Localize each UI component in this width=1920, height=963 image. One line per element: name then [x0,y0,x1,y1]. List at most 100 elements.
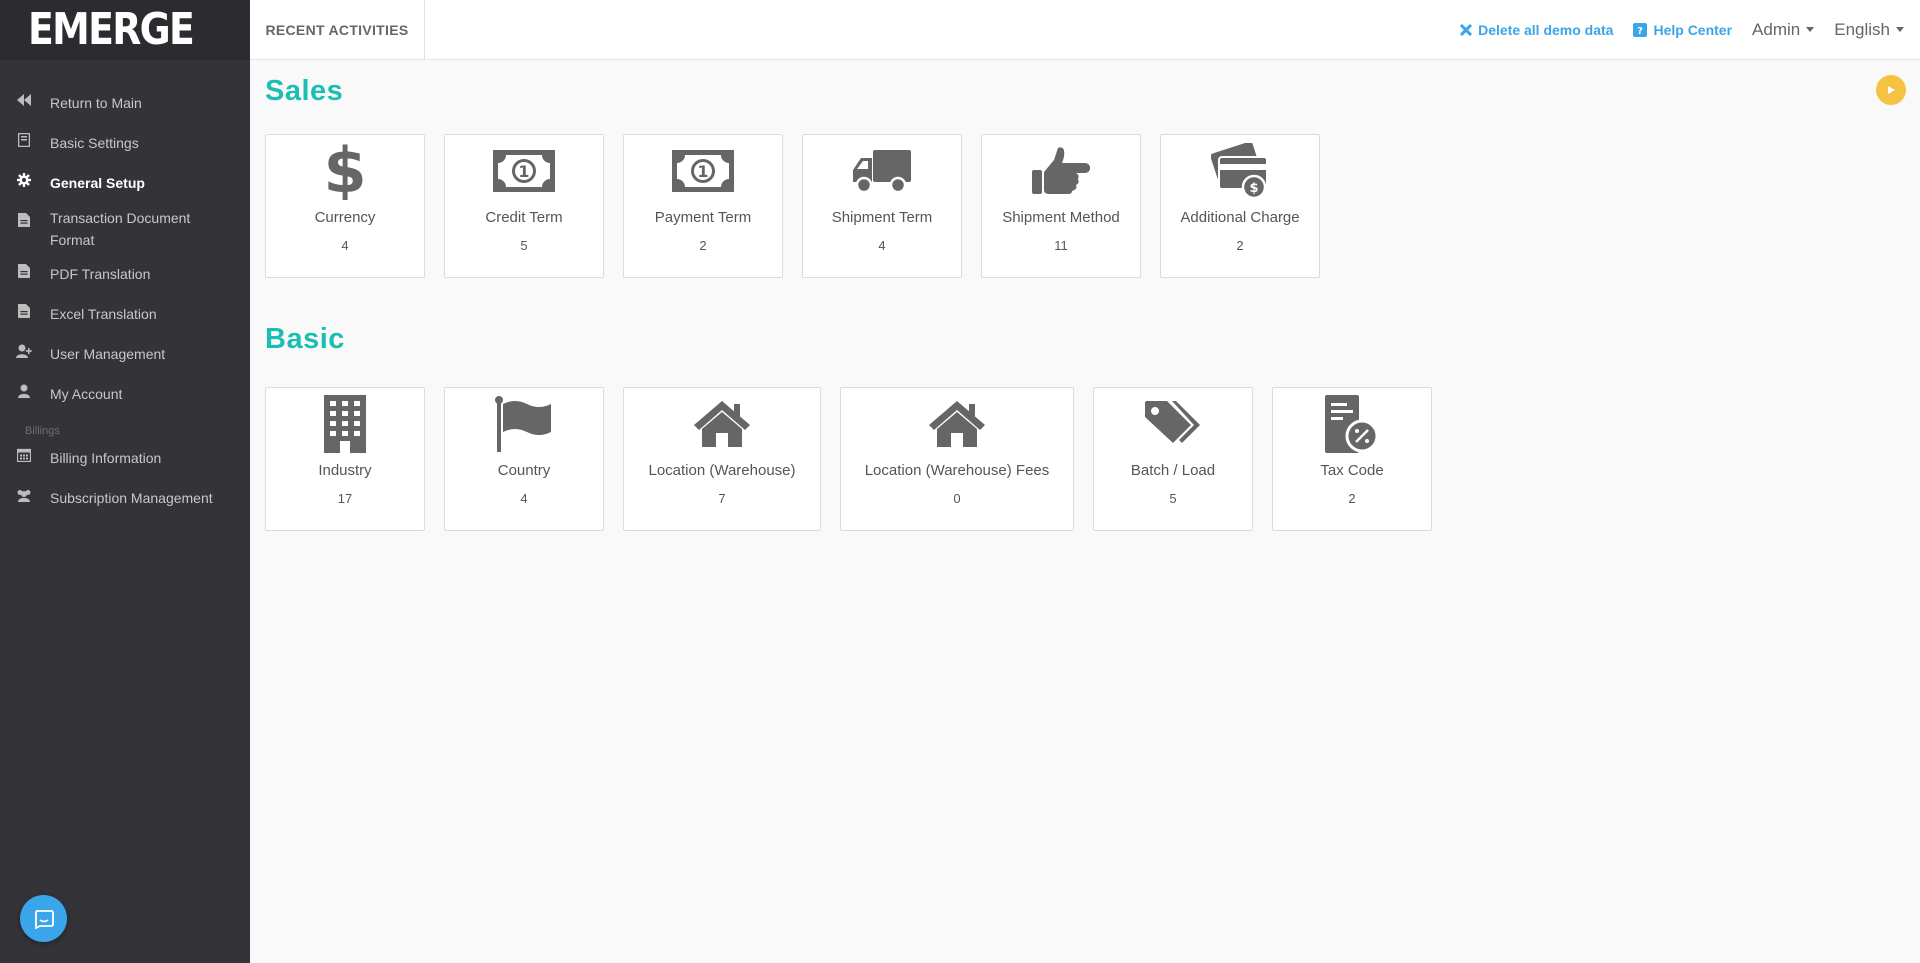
hand-pointing-icon [982,143,1140,199]
card-count: 5 [1169,491,1177,506]
batch-load-card[interactable]: Batch / Load 5 [1093,387,1253,531]
sidebar-item-label: User Management [50,346,166,362]
card-label: Batch / Load [1130,462,1216,479]
sidebar-item-my-account[interactable]: My Account [0,371,250,411]
credit-term-card[interactable]: 1 Credit Term 5 [444,134,604,278]
play-icon [1888,86,1895,94]
card-label: Country [497,462,551,479]
card-count: 2 [1236,238,1244,253]
users-icon [16,487,32,503]
delete-demo-data-label: Delete all demo data [1478,21,1614,38]
location-warehouse-fees-card[interactable]: Location (Warehouse) Fees 0 [840,387,1074,531]
truck-icon [803,143,961,199]
shipment-method-card[interactable]: Shipment Method 11 [981,134,1141,278]
tax-code-card[interactable]: Tax Code 2 [1272,387,1432,531]
money-bill-icon: 1 [445,143,603,199]
card-label: Location (Warehouse) [648,462,796,479]
top-bar: RECENT ACTIVITIES Delete all demo data ?… [250,0,1920,60]
sidebar-item-return-to-main[interactable]: Return to Main [0,80,250,120]
sidebar-item-billing-information[interactable]: Billing Information [0,439,250,479]
close-icon [1460,23,1473,36]
billing-nav: Billing Information Subscription Managem… [0,439,250,519]
money-bill-icon: 1 [624,143,782,199]
chat-launcher-button[interactable] [20,895,67,942]
chat-icon [34,909,54,929]
svg-text:$: $ [1249,181,1258,196]
language-dropdown[interactable]: English [1834,20,1904,40]
card-count: 5 [520,238,528,253]
sidebar-item-excel-translation[interactable]: Excel Translation [0,291,250,331]
payment-term-card[interactable]: 1 Payment Term 2 [623,134,783,278]
sidebar: EMERGE Return to Main Basic Settings Gen… [0,0,250,963]
sidebar-item-label: Excel Translation [50,306,157,322]
caret-down-icon [1896,27,1904,32]
recent-activities-tab[interactable]: RECENT ACTIVITIES [250,0,425,59]
card-count: 4 [341,238,349,253]
house-icon [624,396,820,452]
user-icon [16,383,32,399]
help-center-link[interactable]: ? Help Center [1633,22,1732,38]
sidebar-item-label: My Account [50,386,123,402]
house-icon [841,396,1073,452]
card-label: Shipment Method [1002,209,1120,226]
sidebar-item-label: Basic Settings [50,135,139,151]
shipment-term-card[interactable]: Shipment Term 4 [802,134,962,278]
card-label: Additional Charge [1180,209,1300,226]
question-icon: ? [1633,22,1648,37]
sidebar-item-transaction-document-format[interactable]: Transaction Document Format [0,200,250,251]
calendar-icon [16,447,32,463]
sidebar-item-label: Transaction Document Format [50,210,191,248]
sidebar-item-basic-settings[interactable]: Basic Settings [0,120,250,160]
card-count: 17 [337,491,353,506]
sidebar-item-label: Subscription Management [50,490,213,506]
card-label: Credit Term [485,209,563,226]
svg-text:$: $ [325,142,365,200]
country-card[interactable]: Country 4 [444,387,604,531]
sidebar-nav: Return to Main Basic Settings General Se… [0,80,250,411]
industry-card[interactable]: Industry 17 [265,387,425,531]
sales-section-title: Sales [265,75,344,107]
sidebar-item-subscription-management[interactable]: Subscription Management [0,479,250,519]
book-icon [16,132,32,148]
card-count: 2 [1348,491,1356,506]
caret-down-icon [1806,27,1815,32]
logo[interactable]: EMERGE [28,8,195,52]
delete-demo-data-link[interactable]: Delete all demo data [1460,22,1613,38]
card-label: Location (Warehouse) Fees [864,462,1050,479]
location-warehouse-card[interactable]: Location (Warehouse) 7 [623,387,821,531]
card-label: Currency [314,209,376,226]
tags-icon [1094,396,1252,452]
billings-section-label: Billings [25,425,60,437]
play-tour-button[interactable] [1876,75,1906,105]
sidebar-item-user-management[interactable]: User Management [0,331,250,371]
help-center-label: Help Center [1653,21,1733,38]
additional-charge-card[interactable]: $ Additional Charge 2 [1160,134,1320,278]
document-icon [16,263,32,279]
basic-section-title: Basic [265,323,345,355]
svg-text:1: 1 [697,162,708,181]
sidebar-item-general-setup[interactable]: General Setup [0,160,250,200]
card-label: Tax Code [1320,462,1384,479]
card-label: Payment Term [654,209,752,226]
language-label: English [1834,19,1890,39]
logo-bar: EMERGE [0,0,250,60]
sidebar-item-label: General Setup [50,175,145,191]
card-label: Shipment Term [831,209,933,226]
user-plus-icon [16,343,32,359]
dollar-icon: $ [266,142,424,200]
card-count: 4 [878,238,886,253]
building-icon [266,395,424,453]
flag-icon [445,396,603,452]
gear-icon [16,172,32,188]
credit-card-dollar-icon: $ [1161,143,1319,199]
sidebar-item-pdf-translation[interactable]: PDF Translation [0,251,250,291]
admin-label: Admin [1752,19,1801,39]
tax-document-icon [1273,395,1431,453]
document-icon [16,212,32,228]
currency-card[interactable]: $ Currency 4 [265,134,425,278]
card-count: 4 [520,491,528,506]
card-count: 11 [1054,238,1068,253]
card-count: 0 [953,491,961,506]
admin-dropdown[interactable]: Admin [1752,19,1815,40]
svg-text:1: 1 [518,162,529,181]
